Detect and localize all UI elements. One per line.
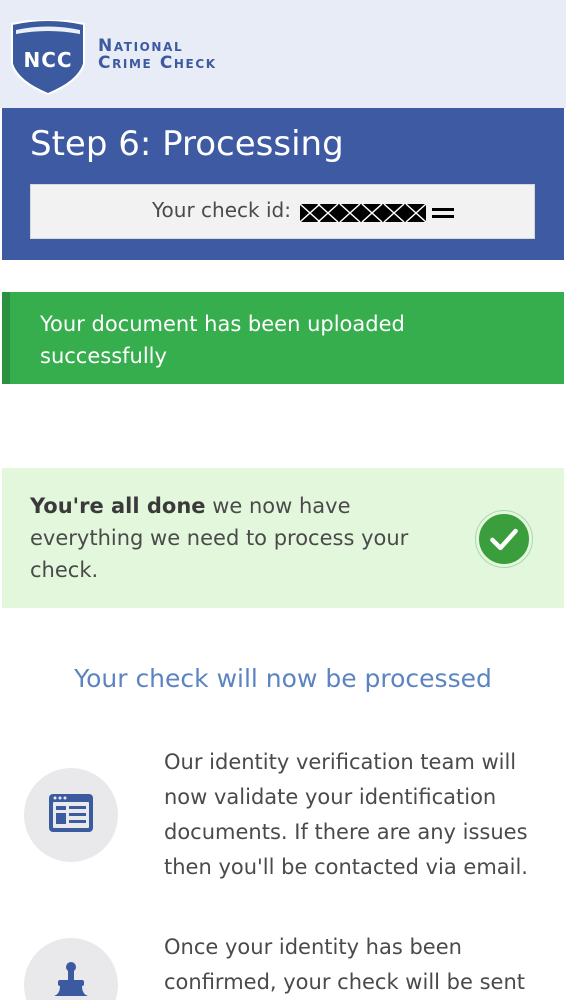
site-header: NCC National Crime Check xyxy=(0,0,566,108)
all-done-bold: You're all done xyxy=(30,494,206,518)
all-done-message: You're all done we now have everything w… xyxy=(30,490,440,586)
check-id-label: Your check id: xyxy=(152,198,291,222)
confirmation-step-text: Once your identity has been confirmed, y… xyxy=(164,935,525,994)
ncc-logo-icon[interactable]: NCC xyxy=(8,20,88,96)
page-title: Step 6: Processing xyxy=(30,124,344,164)
logo-abbr: NCC xyxy=(23,48,72,72)
verification-step-text: Our identity verification team will now … xyxy=(164,750,528,879)
brand-name: National Crime Check xyxy=(98,38,217,72)
stamp-icon xyxy=(54,962,88,996)
verification-step-icon-circle xyxy=(24,768,118,862)
confirmation-step-icon-circle xyxy=(24,938,118,1000)
process-heading: Your check will now be processed xyxy=(74,664,492,693)
checkmark-icon xyxy=(476,511,532,567)
browser-window-icon xyxy=(49,794,93,832)
brand-line-2: Crime Check xyxy=(98,53,217,73)
redacted-check-id xyxy=(300,203,454,223)
upload-success-message: Your document has been uploaded successf… xyxy=(40,312,405,368)
